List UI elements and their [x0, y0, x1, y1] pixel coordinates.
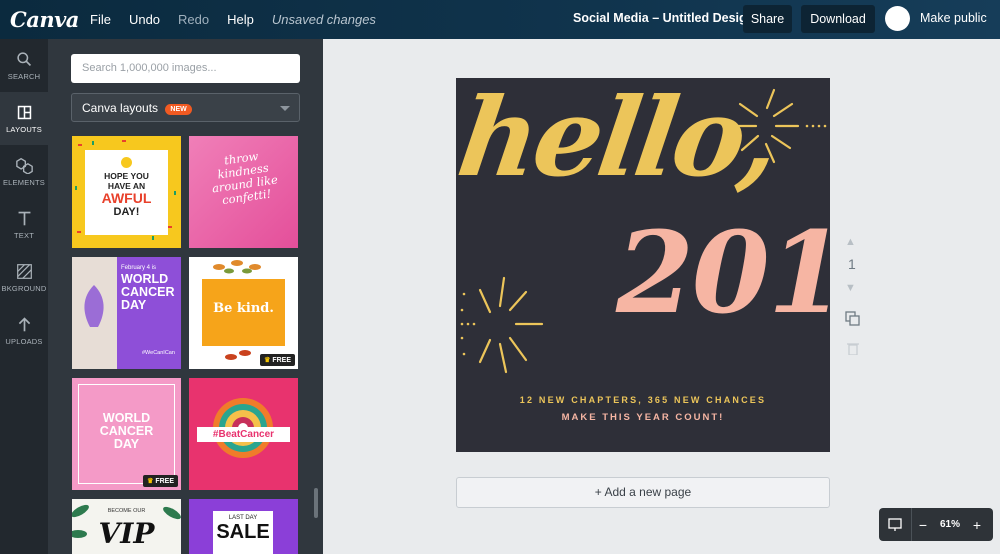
ribbon-icon — [84, 285, 104, 327]
rail-label: LAYOUTS — [6, 124, 42, 134]
free-label: FREE — [155, 478, 174, 485]
headline-text[interactable]: hello, — [456, 78, 784, 201]
thumb-text: DAY — [113, 437, 140, 451]
layout-thumb-awful-day[interactable]: HOPE YOU HAVE AN AWFUL DAY! — [72, 136, 181, 248]
present-icon[interactable] — [879, 508, 912, 541]
thumb-text: AWFUL — [101, 190, 152, 206]
share-button[interactable]: Share — [743, 5, 792, 33]
thumb-text: BECOME OUR — [107, 508, 146, 514]
make-public-button[interactable]: Make public — [920, 11, 987, 25]
card: HOPE YOU HAVE AN AWFUL DAY! — [85, 150, 168, 235]
canva-logo[interactable]: Canva — [10, 7, 79, 32]
thumb-text: throw kindness around like confetti! — [211, 148, 279, 208]
layouts-panel: Search 1,000,000 images... Canva layouts… — [48, 39, 323, 554]
rail-uploads[interactable]: UPLOADS — [0, 304, 48, 357]
new-badge: NEW — [165, 104, 192, 115]
thumb-text: SALE — [216, 521, 270, 543]
free-label: FREE — [272, 357, 291, 364]
thumb-title: WORLD CANCER DAY — [72, 412, 181, 451]
menu-redo[interactable]: Redo — [178, 12, 209, 27]
zoom-level[interactable]: 61% — [934, 519, 966, 530]
chevron-down-icon — [280, 106, 290, 111]
upload-icon — [18, 316, 30, 331]
rail-background[interactable]: BKGROUND — [0, 251, 48, 304]
menu-help[interactable]: Help — [227, 12, 254, 27]
orange-card: Be kind. — [202, 279, 285, 346]
thumb-text: #BeatCancer — [197, 427, 290, 442]
rail-layouts[interactable]: LAYOUTS — [0, 92, 48, 145]
layout-thumb-world-cancer-day-pink[interactable]: WORLD CANCER DAY ♛ FREE — [72, 378, 181, 490]
main-menu: File Undo Redo Help Unsaved changes — [90, 12, 394, 27]
layout-thumb-sale[interactable]: LAST DAY SALE — [189, 499, 298, 554]
menu-undo[interactable]: Undo — [129, 12, 160, 27]
subtitle-line-1[interactable]: 12 NEW CHAPTERS, 365 NEW CHANCES — [456, 395, 830, 405]
thumb-text: VIP — [98, 517, 155, 550]
add-page-button[interactable]: + Add a new page — [456, 477, 830, 508]
text-icon — [18, 211, 30, 225]
layout-thumb-world-cancer-day[interactable]: February 4 is WORLD CANCER DAY #WeCanICa… — [72, 257, 181, 369]
image-search-input[interactable]: Search 1,000,000 images... — [71, 54, 300, 83]
zoom-out-button[interactable]: − — [912, 517, 934, 533]
avatar[interactable] — [885, 6, 910, 31]
free-badge: ♛ FREE — [143, 475, 178, 487]
top-bar: Canva File Undo Redo Help Unsaved change… — [0, 0, 1000, 39]
rail-text[interactable]: TEXT — [0, 198, 48, 251]
thumb-text: DAY! — [113, 206, 140, 218]
hand-photo — [72, 257, 117, 369]
layout-thumb-beat-cancer[interactable]: #BeatCancer — [189, 378, 298, 490]
thumb-text: Be kind. — [213, 301, 274, 316]
layout-thumb-vip[interactable]: BECOME OUR VIP — [72, 499, 181, 554]
layouts-dropdown[interactable]: Canva layouts NEW — [71, 93, 300, 122]
sale-card: LAST DAY SALE — [213, 511, 273, 554]
design-canvas[interactable]: hello, 2017 12 NEW CHAPTERS, 365 NEW CHA… — [456, 78, 830, 452]
save-status: Unsaved changes — [271, 12, 376, 27]
thumb-text: DAY — [121, 298, 147, 312]
rail-elements[interactable]: ELEMENTS — [0, 145, 48, 198]
subtitle-line-2[interactable]: MAKE THIS YEAR COUNT! — [456, 412, 830, 423]
dropdown-label: Canva layouts — [82, 101, 159, 115]
rail-label: BKGROUND — [1, 283, 47, 293]
thumb-title: WORLD CANCER DAY — [121, 273, 174, 312]
layout-thumb-be-kind[interactable]: Be kind. ♛ FREE — [189, 257, 298, 369]
trash-icon[interactable] — [847, 342, 859, 358]
zoom-controls: − 61% + — [879, 508, 993, 541]
layouts-icon — [17, 105, 31, 119]
rail-search[interactable]: SEARCH — [0, 39, 48, 92]
thumb-text: HOPE YOU — [104, 171, 149, 181]
copy-page-icon[interactable] — [845, 311, 860, 329]
download-button[interactable]: Download — [801, 5, 875, 33]
page-number: 1 — [848, 256, 856, 272]
rail-label: UPLOADS — [5, 336, 43, 346]
rail-label: TEXT — [14, 230, 34, 240]
background-icon — [16, 263, 32, 279]
zoom-in-button[interactable]: + — [966, 517, 988, 533]
chevron-up-icon[interactable]: ▲ — [845, 236, 856, 248]
chevron-down-icon[interactable]: ▼ — [845, 282, 856, 294]
free-badge: ♛ FREE — [260, 354, 295, 366]
panel-scrollbar[interactable] — [314, 488, 318, 518]
menu-file[interactable]: File — [90, 12, 111, 27]
thumb-text: February 4 is — [121, 265, 157, 271]
design-title[interactable]: Social Media – Untitled Design — [573, 11, 754, 25]
elements-icon — [15, 157, 33, 174]
search-icon — [16, 51, 31, 66]
thumb-text: #WeCanICan — [142, 350, 175, 356]
year-text[interactable]: 2017 — [616, 218, 830, 330]
side-rail: SEARCH LAYOUTS ELEMENTS TEXT BKGROUND UP… — [0, 39, 48, 554]
layout-thumb-kindness[interactable]: throw kindness around like confetti! — [189, 136, 298, 248]
rail-label: SEARCH — [7, 71, 41, 81]
rail-label: ELEMENTS — [2, 177, 46, 187]
emoji-icon — [121, 157, 132, 168]
